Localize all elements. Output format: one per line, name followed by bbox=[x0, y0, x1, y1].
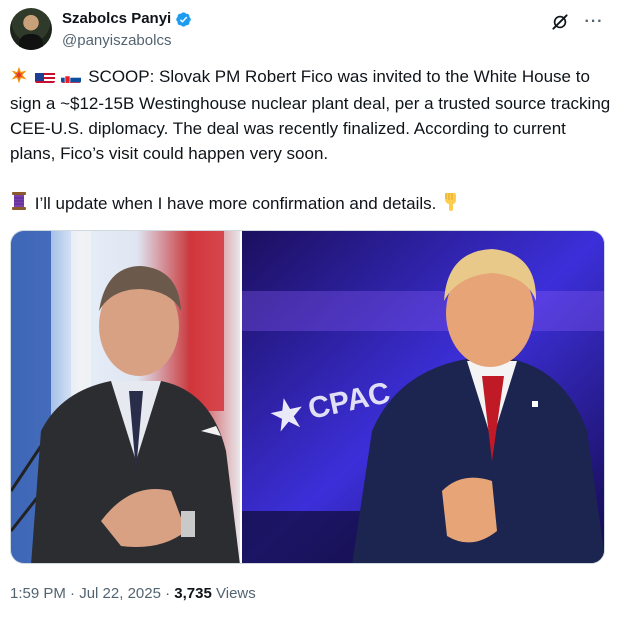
tweet-time[interactable]: 1:59 PM bbox=[10, 585, 66, 602]
thread-spool-emoji-icon bbox=[10, 191, 28, 218]
tweet-header: Szabolcs Panyi @panyiszabolcs ··· bbox=[10, 8, 614, 52]
author-display-name-row[interactable]: Szabolcs Panyi bbox=[62, 9, 192, 29]
tweet-date[interactable]: Jul 22, 2025 bbox=[79, 585, 161, 602]
photo-fico[interactable] bbox=[11, 231, 240, 563]
tweet-paragraph-2-text: I’ll update when I have more confirmatio… bbox=[34, 194, 437, 213]
meta-separator: · bbox=[65, 585, 80, 602]
avatar[interactable] bbox=[10, 8, 52, 50]
us-flag-icon bbox=[34, 69, 55, 83]
grok-icon-svg bbox=[552, 14, 568, 30]
photo-trump[interactable]: CPAC bbox=[242, 231, 604, 563]
more-options-icon[interactable]: ··· bbox=[584, 12, 604, 32]
collision-emoji-icon bbox=[10, 66, 28, 91]
tweet-top-actions: ··· bbox=[550, 12, 604, 32]
views-label: Views bbox=[211, 585, 256, 602]
meta-separator-2: · bbox=[160, 585, 175, 602]
tweet-paragraph-2: I’ll update when I have more confirmatio… bbox=[10, 191, 614, 218]
pointing-down-emoji-icon bbox=[441, 191, 459, 218]
grok-icon[interactable] bbox=[550, 12, 570, 32]
verified-badge-icon bbox=[176, 11, 191, 27]
tweet-text: SCOOP: Slovak PM Robert Fico was invited… bbox=[10, 64, 614, 218]
author-handle[interactable]: @panyiszabolcs bbox=[62, 31, 192, 51]
tweet-media[interactable]: CPAC bbox=[10, 230, 605, 564]
views-count[interactable]: 3,735 bbox=[174, 585, 212, 602]
author-block: Szabolcs Panyi @panyiszabolcs bbox=[62, 9, 192, 51]
tweet-meta: 1:59 PM · Jul 22, 2025 · 3,735 Views bbox=[10, 584, 256, 604]
tweet-paragraph-1-text: SCOOP: Slovak PM Robert Fico was invited… bbox=[10, 67, 611, 163]
tweet-paragraph-1: SCOOP: Slovak PM Robert Fico was invited… bbox=[10, 64, 614, 166]
photo-fico-illustration bbox=[11, 231, 240, 563]
slovakia-flag-icon bbox=[61, 69, 82, 83]
photo-trump-illustration: CPAC bbox=[242, 231, 604, 563]
author-display-name[interactable]: Szabolcs Panyi bbox=[62, 9, 171, 29]
